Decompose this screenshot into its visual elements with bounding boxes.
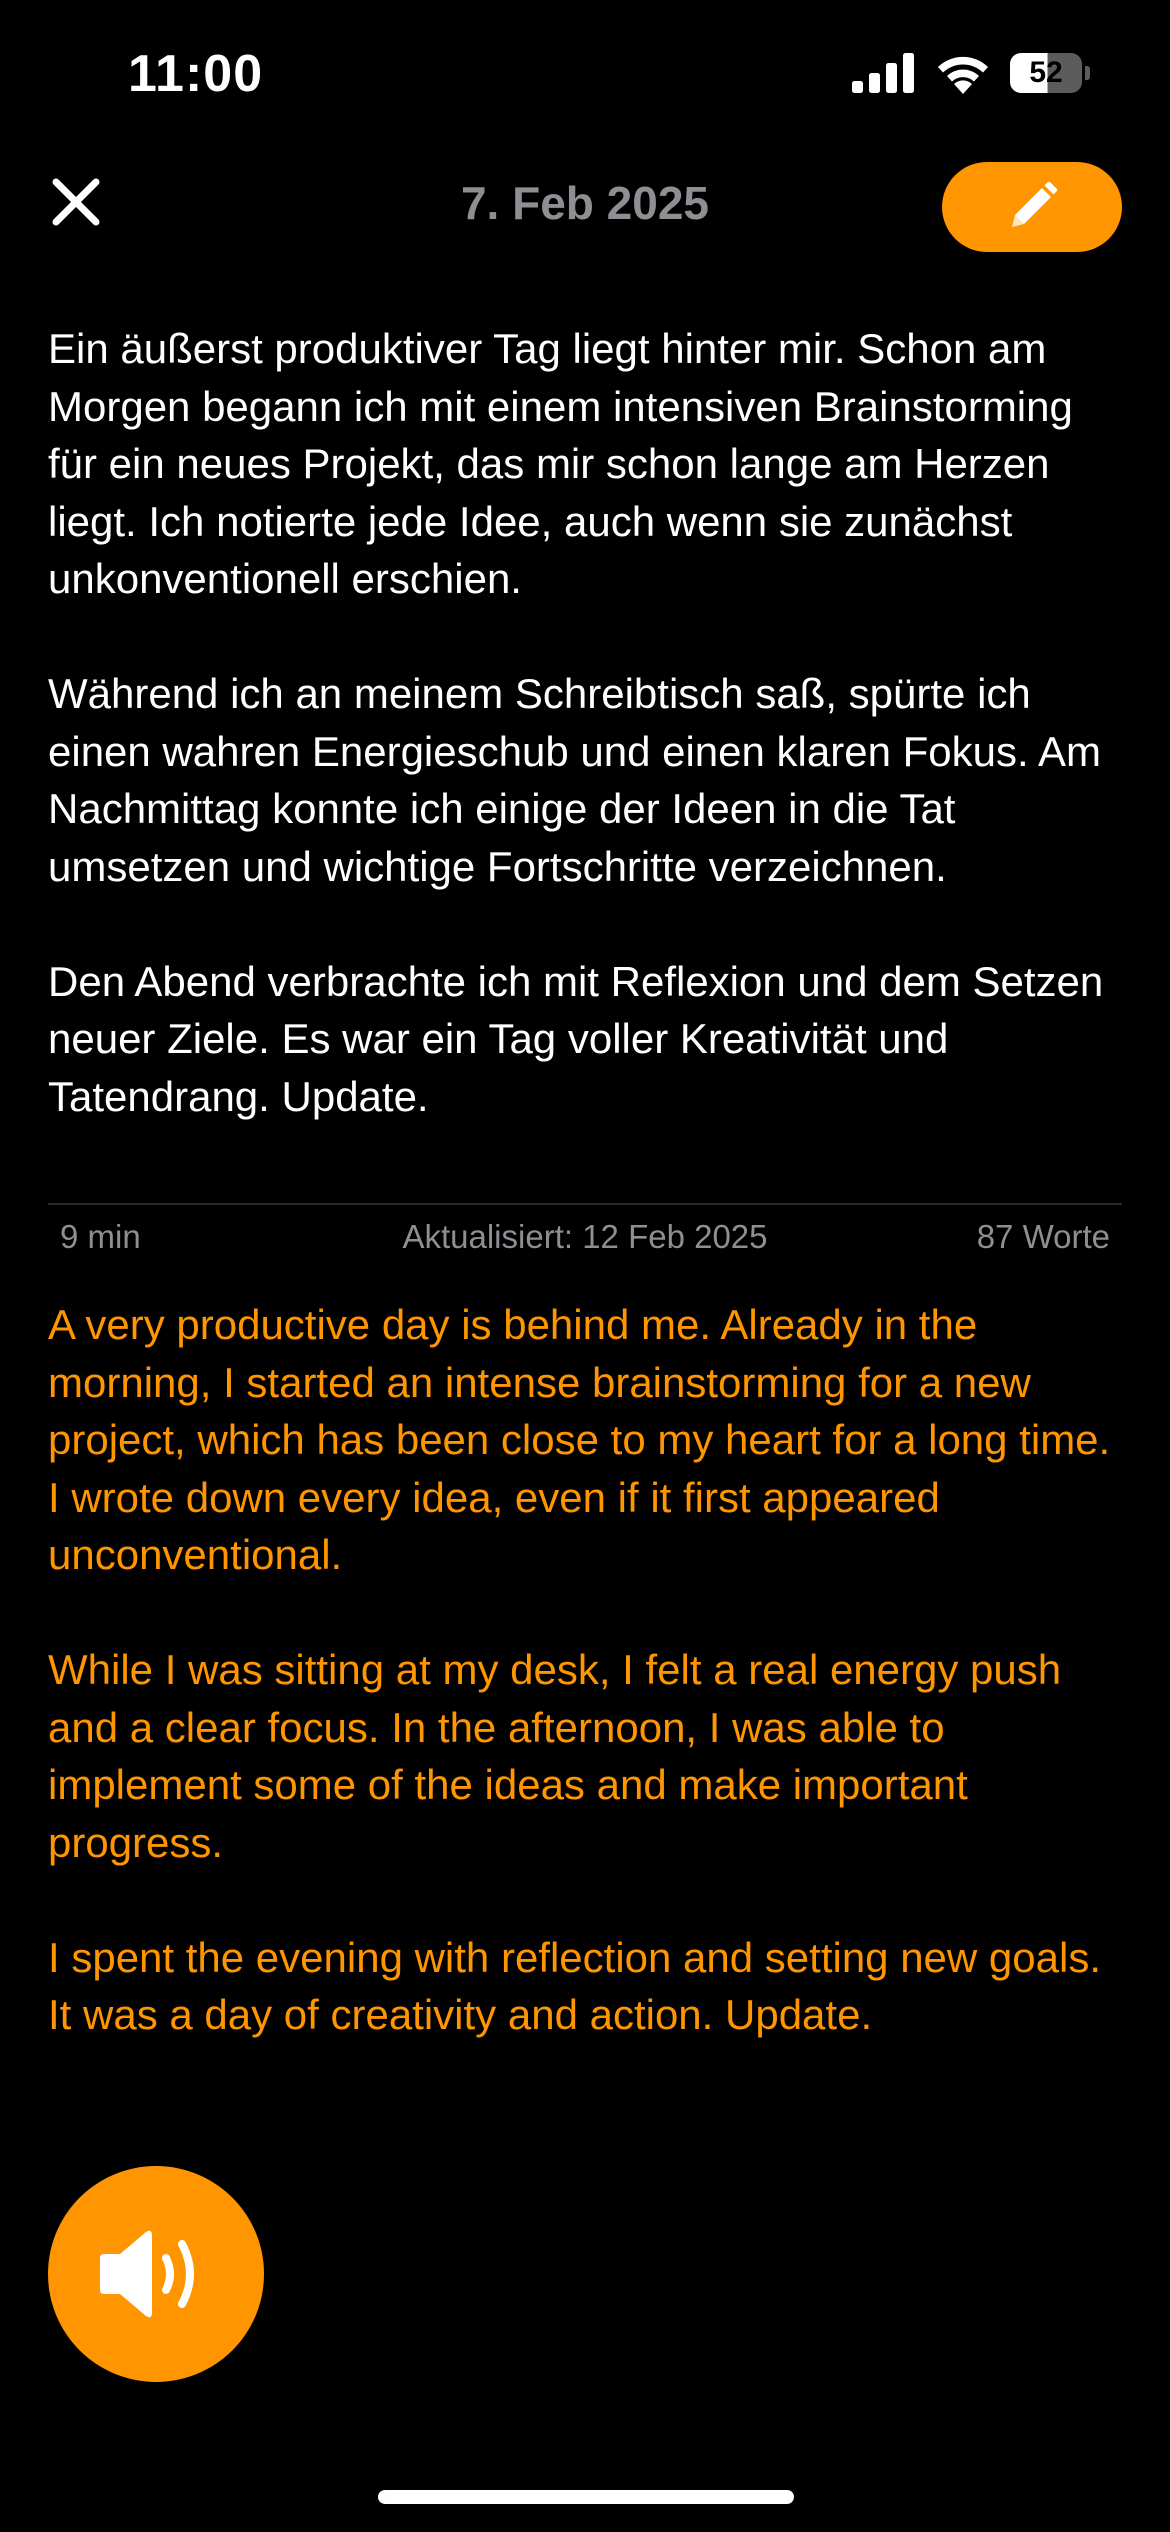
home-indicator[interactable] (378, 2490, 794, 2504)
entry-paragraph: Den Abend verbrachte ich mit Reflexion u… (48, 957, 1104, 1120)
speaker-icon (100, 2230, 194, 2318)
edit-button[interactable] (942, 162, 1122, 252)
read-aloud-button[interactable] (48, 2166, 264, 2382)
battery-level: 52 (1010, 53, 1082, 93)
status-icons: 52 (852, 52, 1090, 94)
status-time: 11:00 (128, 45, 264, 103)
wifi-icon (938, 56, 988, 94)
entry-paragraph: Während ich an meinem Schreibtisch saß, … (48, 670, 1101, 890)
entry-text: Ein äußerst produktiver Tag liegt hinter… (48, 320, 1128, 1125)
entry-meta: 9 min Aktualisiert: 12 Feb 2025 87 Worte (60, 1218, 1110, 1262)
divider (48, 1203, 1122, 1205)
translation-text: A very productive day is behind me. Alre… (48, 1296, 1128, 2044)
cellular-signal-icon (852, 53, 914, 93)
translation-paragraph: I spent the evening with reflection and … (48, 1933, 1101, 2039)
updated-date: Aktualisiert: 12 Feb 2025 (402, 1218, 768, 1255)
status-bar: 11:00 52 (0, 0, 1170, 150)
pencil-icon (1012, 181, 1058, 227)
word-count: 87 Worte (976, 1218, 1110, 1255)
translation-paragraph: A very productive day is behind me. Alre… (48, 1301, 1111, 1578)
entry-paragraph: Ein äußerst produktiver Tag liegt hinter… (48, 325, 1073, 602)
battery-cap (1085, 66, 1090, 80)
battery-icon: 52 (1010, 53, 1090, 93)
translation-paragraph: While I was sitting at my desk, I felt a… (48, 1646, 1062, 1866)
